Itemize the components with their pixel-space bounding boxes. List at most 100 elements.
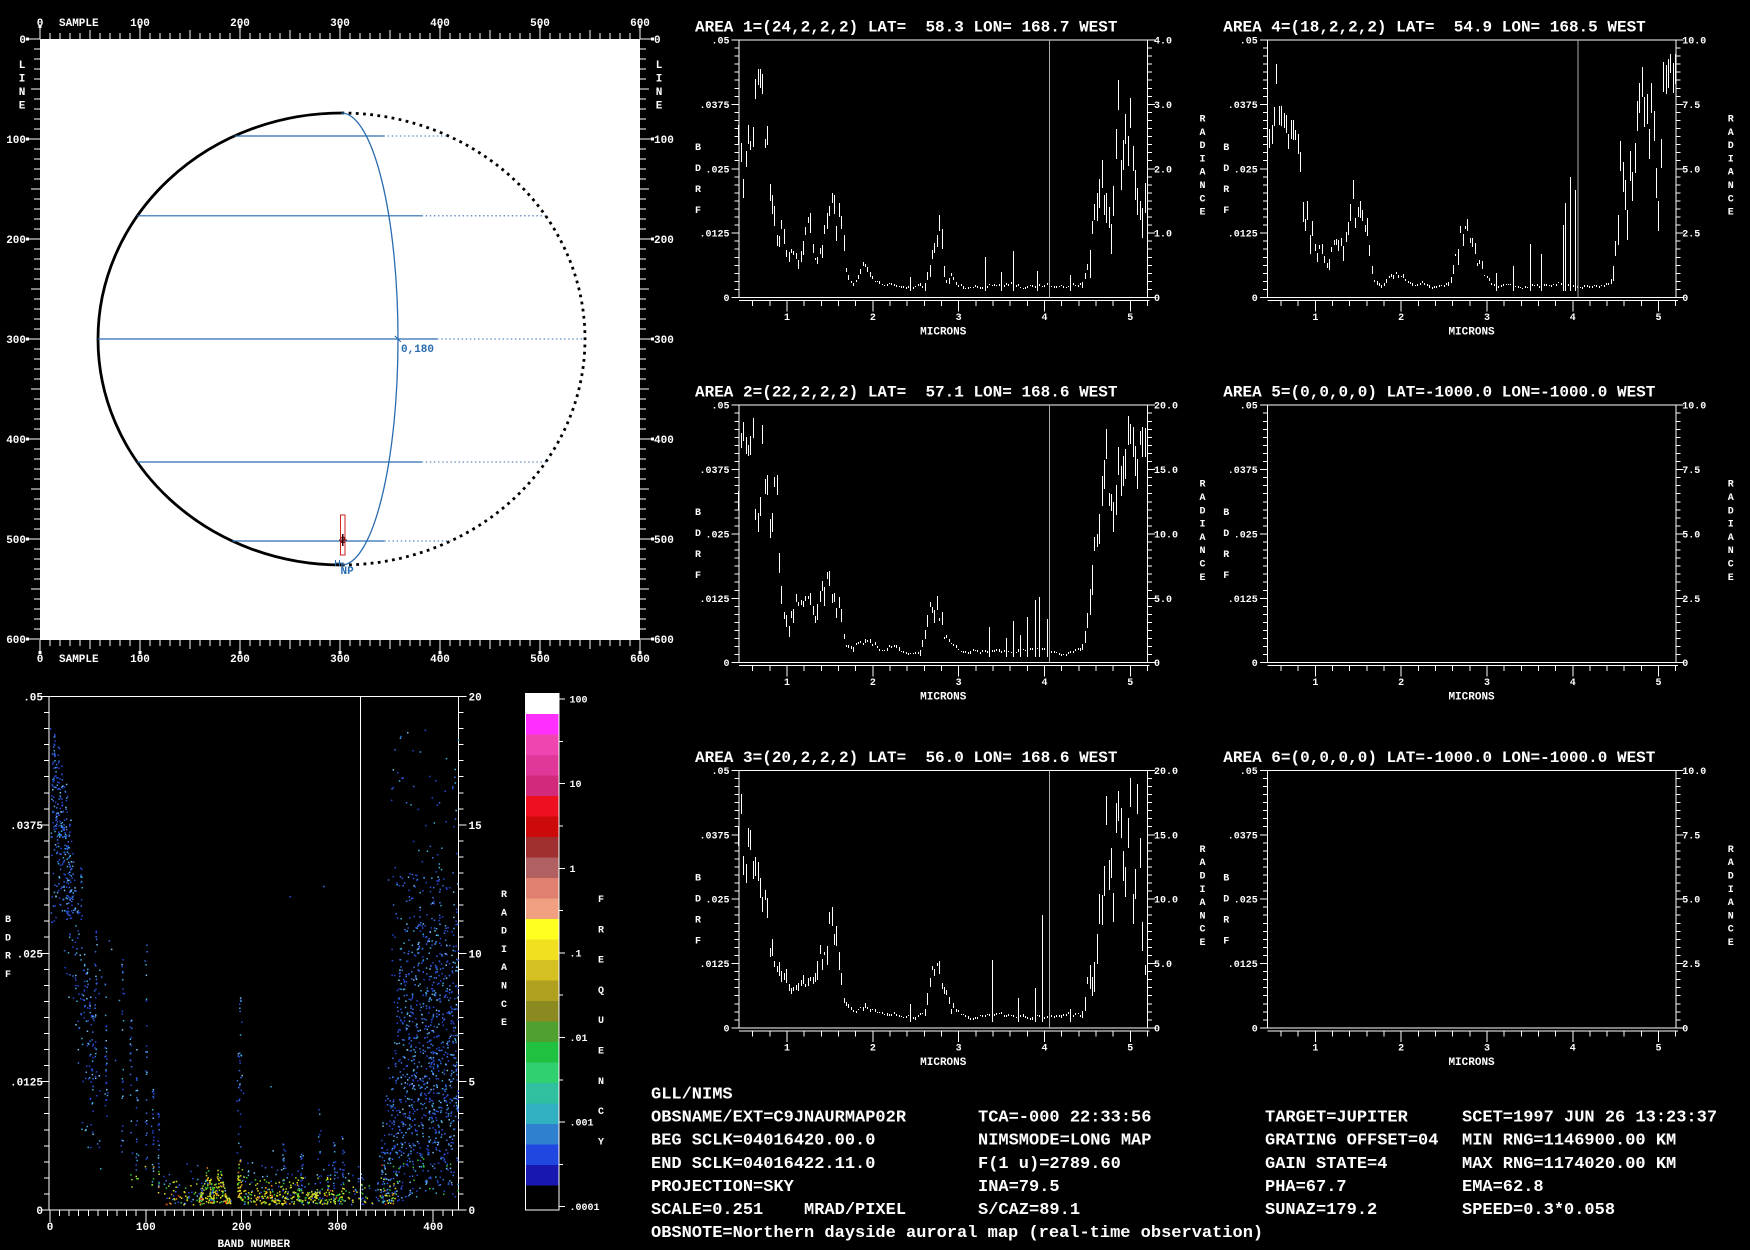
svg-text:SAMPLE: SAMPLE	[59, 654, 99, 666]
svg-text:0: 0	[1154, 659, 1160, 670]
svg-text:D: D	[1223, 894, 1229, 905]
svg-text:5.0: 5.0	[1682, 530, 1700, 541]
svg-text:A: A	[1728, 533, 1734, 544]
svg-text:A: A	[1728, 168, 1734, 179]
svg-text:E: E	[1199, 573, 1205, 584]
svg-text:A: A	[1199, 168, 1205, 179]
svg-text:I: I	[1199, 885, 1205, 896]
svg-text:.025: .025	[705, 896, 729, 907]
svg-text:0: 0	[469, 1206, 476, 1218]
svg-text:2.5: 2.5	[1682, 595, 1700, 606]
svg-text:4: 4	[1570, 678, 1576, 689]
svg-text:F: F	[598, 895, 604, 906]
svg-text:10: 10	[570, 780, 582, 791]
svg-text:0,180: 0,180	[401, 344, 434, 356]
svg-text:600: 600	[6, 635, 26, 647]
svg-text:.05: .05	[1240, 767, 1258, 778]
svg-text:E: E	[1728, 208, 1734, 219]
svg-text:.0375: .0375	[1228, 831, 1258, 842]
svg-text:D: D	[695, 529, 701, 540]
svg-text:.025: .025	[1234, 165, 1258, 176]
svg-text:500: 500	[654, 535, 674, 547]
svg-text:D: D	[1728, 141, 1734, 152]
svg-text:15: 15	[469, 821, 483, 833]
svg-text:.05: .05	[23, 693, 43, 705]
svg-text:600: 600	[654, 635, 674, 647]
svg-text:B: B	[1223, 143, 1229, 154]
svg-text:A: A	[1199, 858, 1205, 869]
svg-text:.0125: .0125	[10, 1078, 43, 1090]
svg-text:1: 1	[1312, 678, 1318, 689]
svg-text:1: 1	[784, 678, 790, 689]
svg-text:R: R	[5, 952, 11, 963]
svg-text:1: 1	[1312, 313, 1318, 324]
svg-text:.025: .025	[705, 530, 729, 541]
svg-text:.0125: .0125	[1228, 230, 1258, 241]
svg-text:20: 20	[469, 693, 482, 705]
svg-text:D: D	[1223, 529, 1229, 540]
svg-text:4: 4	[1570, 313, 1576, 324]
svg-text:C: C	[1728, 560, 1734, 571]
svg-text:.01: .01	[570, 1034, 588, 1045]
svg-text:0: 0	[1682, 294, 1688, 305]
svg-text:E: E	[1728, 573, 1734, 584]
svg-text:10.0: 10.0	[1154, 896, 1178, 907]
svg-text:C: C	[1199, 925, 1205, 936]
svg-text:100: 100	[130, 654, 150, 666]
svg-text:300: 300	[327, 1222, 347, 1234]
svg-text:2: 2	[870, 313, 876, 324]
svg-text:R: R	[1199, 115, 1205, 126]
svg-text:C: C	[501, 1000, 507, 1011]
svg-text:5: 5	[1656, 313, 1662, 324]
svg-text:D: D	[1199, 872, 1205, 883]
svg-text:AREA 6=(0,0,0,0) LAT=-1000.0 L: AREA 6=(0,0,0,0) LAT=-1000.0 LON=-1000.0…	[1223, 749, 1655, 767]
svg-text:TARGET=JUPITER: TARGET=JUPITER	[1265, 1109, 1409, 1128]
svg-text:2: 2	[1398, 313, 1404, 324]
svg-text:0: 0	[723, 659, 729, 670]
svg-text:.05: .05	[1240, 402, 1258, 413]
svg-text:200: 200	[654, 235, 674, 247]
svg-text:A: A	[1728, 493, 1734, 504]
svg-text:1.0: 1.0	[1154, 230, 1172, 241]
svg-text:AREA 3=(20,2,2,2) LAT= 56.0 L: AREA 3=(20,2,2,2) LAT= 56.0 LON= 168.6 W…	[695, 749, 1118, 767]
svg-text:R: R	[1728, 845, 1734, 856]
svg-text:E: E	[598, 1047, 604, 1058]
svg-text:U: U	[598, 1016, 604, 1027]
svg-text:B: B	[695, 508, 701, 519]
svg-text:F: F	[695, 571, 701, 582]
svg-text:.0125: .0125	[699, 595, 729, 606]
svg-text:10.0: 10.0	[1682, 402, 1706, 413]
svg-text:3: 3	[956, 313, 962, 324]
svg-text:0: 0	[1252, 294, 1258, 305]
svg-text:Y: Y	[598, 1137, 604, 1148]
svg-text:3: 3	[956, 678, 962, 689]
svg-text:400: 400	[654, 435, 674, 447]
svg-text:D: D	[5, 933, 11, 944]
svg-text:A: A	[501, 963, 507, 974]
svg-text:MICRONS: MICRONS	[1448, 1057, 1495, 1069]
svg-text:SUNAZ=179.2: SUNAZ=179.2	[1265, 1201, 1377, 1220]
svg-text:GRATING OFFSET=04: GRATING OFFSET=04	[1265, 1132, 1438, 1151]
svg-text:.05: .05	[1240, 37, 1258, 48]
svg-text:N: N	[501, 982, 507, 993]
svg-text:N: N	[1199, 911, 1205, 922]
svg-text:0: 0	[723, 294, 729, 305]
svg-text:N: N	[598, 1077, 604, 1088]
svg-text:5.0: 5.0	[1154, 595, 1172, 606]
svg-text:C: C	[1199, 194, 1205, 205]
svg-text:.025: .025	[705, 165, 729, 176]
svg-text:1: 1	[784, 1043, 790, 1054]
svg-text:0: 0	[1682, 1024, 1688, 1035]
svg-text:2: 2	[870, 678, 876, 689]
svg-text:AREA 4=(18,2,2,2) LAT= 54.9 L: AREA 4=(18,2,2,2) LAT= 54.9 LON= 168.5 W…	[1223, 19, 1646, 37]
svg-text:5: 5	[1127, 1043, 1133, 1054]
svg-text:F(1 u)=2789.60: F(1 u)=2789.60	[978, 1155, 1121, 1174]
svg-text:AREA 1=(24,2,2,2) LAT= 58.3 L: AREA 1=(24,2,2,2) LAT= 58.3 LON= 168.7 W…	[695, 19, 1118, 37]
svg-text:A: A	[1728, 858, 1734, 869]
svg-text:BEG SCLK=04016420.00.0: BEG SCLK=04016420.00.0	[651, 1132, 875, 1151]
svg-text:.001: .001	[570, 1119, 594, 1130]
svg-text:R: R	[1199, 845, 1205, 856]
svg-text:1: 1	[784, 313, 790, 324]
svg-text:.0125: .0125	[1228, 595, 1258, 606]
svg-text:5: 5	[1656, 1043, 1662, 1054]
